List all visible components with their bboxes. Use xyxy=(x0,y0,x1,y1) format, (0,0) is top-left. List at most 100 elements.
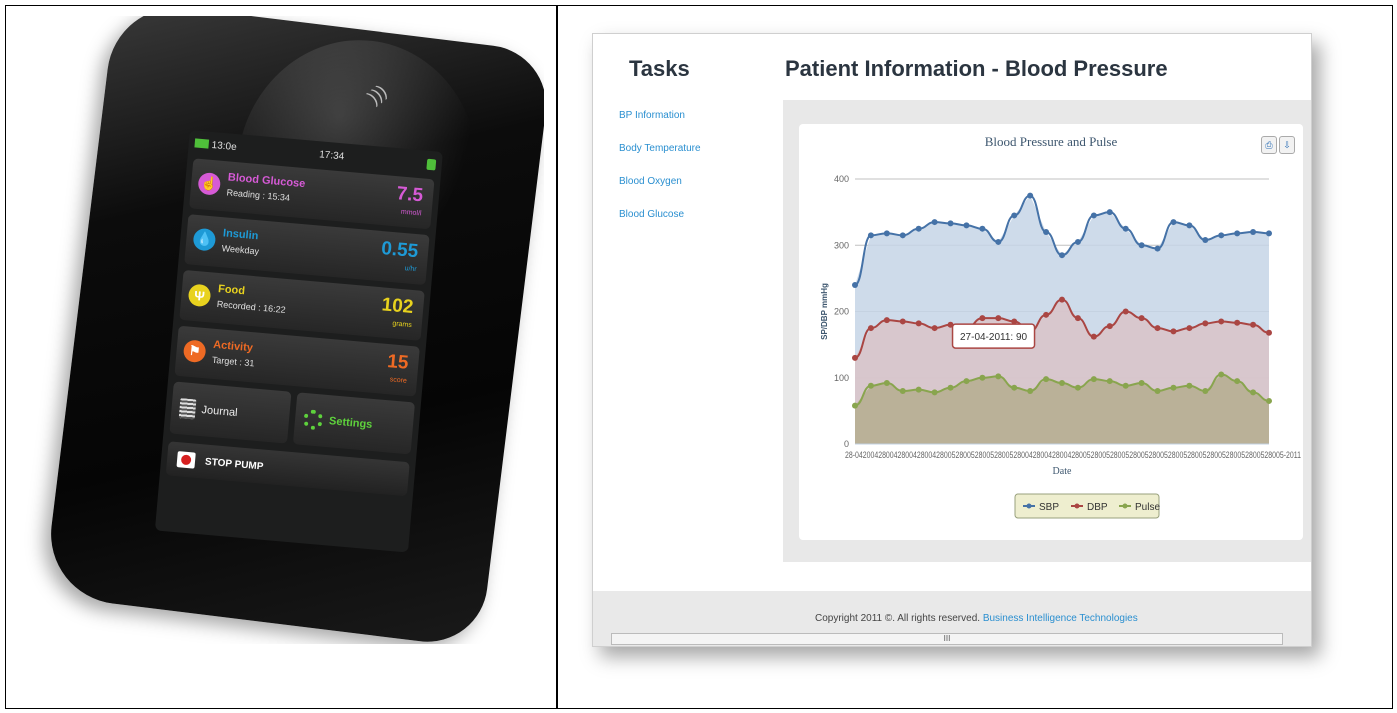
point-sbp xyxy=(1218,232,1225,239)
hand-icon: ☝ xyxy=(197,171,222,196)
tile-unit: u/hr xyxy=(404,265,417,274)
point-sbp xyxy=(1122,225,1129,232)
point-pulse xyxy=(1074,384,1081,391)
point-sbp xyxy=(931,219,938,226)
company-link[interactable]: Business Intelligence Technologies xyxy=(983,613,1138,624)
y-tick-label: 200 xyxy=(834,307,849,317)
point-sbp xyxy=(947,220,954,227)
tile-title: Insulin xyxy=(222,227,259,243)
chart-container: ⎙ ⇩ Blood Pressure and Pulse 0 100 200 300 40… xyxy=(799,124,1303,540)
x-axis-label: Date xyxy=(1053,466,1072,477)
tooltip-text: 27-04-2011: 90 xyxy=(960,332,1028,343)
tile-unit: grams xyxy=(392,320,413,329)
point-pulse xyxy=(899,388,906,394)
point-dbp xyxy=(931,325,938,332)
battery-icon xyxy=(194,138,210,149)
point-pulse xyxy=(1011,384,1018,391)
point-dbp xyxy=(995,315,1002,322)
point-dbp xyxy=(899,318,906,325)
point-sbp xyxy=(899,232,906,239)
tile-subtitle: Target : 31 xyxy=(211,354,255,369)
settings-button[interactable]: Settings xyxy=(292,392,416,455)
point-dbp xyxy=(1043,311,1050,318)
point-pulse xyxy=(867,382,874,389)
tile-unit: mmol/l xyxy=(400,208,422,218)
insulin-pump-photo: ))) 13:0e 17:34 ☝ Blood Glucose Reading : … xyxy=(22,16,544,644)
nav-link-blood-glucose[interactable]: Blood Glucose xyxy=(619,209,701,220)
tile-value: 15 xyxy=(386,351,410,374)
point-sbp xyxy=(1266,230,1272,237)
y-tick-label: 400 xyxy=(834,174,849,184)
download-icon[interactable]: ⇩ xyxy=(1279,136,1295,154)
page-title: Patient Information - Blood Pressure xyxy=(785,56,1168,81)
pump-device: ))) 13:0e 17:34 ☝ Blood Glucose Reading : … xyxy=(43,16,544,644)
settings-label: Settings xyxy=(328,415,373,431)
stop-pump-label: STOP PUMP xyxy=(204,456,264,473)
point-pulse xyxy=(1059,380,1065,387)
point-dbp xyxy=(1059,296,1065,303)
point-pulse xyxy=(1250,389,1257,396)
web-app-screenshot: Tasks Patient Information - Blood Pressu… xyxy=(592,33,1312,647)
point-pulse xyxy=(1202,388,1209,394)
point-pulse xyxy=(1138,380,1145,387)
legend-marker-dbp xyxy=(1074,503,1080,509)
point-dbp xyxy=(915,320,922,327)
point-pulse xyxy=(1027,388,1034,394)
tile-title: Food xyxy=(217,283,246,298)
point-dbp xyxy=(1250,321,1257,328)
legend-label-pulse: Pulse xyxy=(1135,502,1160,513)
point-pulse xyxy=(883,380,890,387)
point-dbp xyxy=(867,325,874,332)
y-tick-label: 100 xyxy=(834,373,849,383)
drop-icon: 💧 xyxy=(192,227,217,252)
tile-value: 102 xyxy=(380,294,415,319)
y-axis-label: SP/DBP mmHg xyxy=(820,283,829,340)
point-dbp xyxy=(979,315,986,322)
horizontal-scrollbar[interactable]: III xyxy=(611,633,1283,645)
point-pulse xyxy=(1170,384,1177,391)
point-sbp xyxy=(852,282,858,288)
fork-icon: Ψ xyxy=(187,283,212,308)
tile-subtitle: Recorded : 16:22 xyxy=(216,298,287,315)
point-pulse xyxy=(947,384,954,391)
stop-icon xyxy=(176,451,196,469)
point-dbp xyxy=(1234,319,1241,326)
journal-icon xyxy=(178,398,197,420)
point-sbp xyxy=(1059,252,1065,259)
point-sbp xyxy=(1234,230,1241,237)
footer: Copyright 2011 ©. All rights reserved. B… xyxy=(593,591,1311,646)
tile-title: Activity xyxy=(212,338,254,355)
point-pulse xyxy=(979,374,986,381)
legend-label-dbp: DBP xyxy=(1087,502,1108,513)
nav-link-blood-oxygen[interactable]: Blood Oxygen xyxy=(619,176,701,187)
point-sbp xyxy=(1043,229,1050,235)
cell-divider xyxy=(556,5,558,709)
point-pulse xyxy=(1218,371,1225,378)
point-dbp xyxy=(1218,318,1225,325)
point-sbp xyxy=(1011,212,1018,219)
journal-button[interactable]: Journal xyxy=(169,381,292,444)
battery-status: 13:0e xyxy=(194,138,237,153)
point-sbp xyxy=(979,225,986,232)
point-sbp xyxy=(1106,209,1113,216)
point-sbp xyxy=(1027,192,1034,199)
point-dbp xyxy=(1106,323,1113,330)
point-pulse xyxy=(1266,397,1272,404)
point-sbp xyxy=(1202,236,1209,243)
chart-panel: ⎙ ⇩ Blood Pressure and Pulse 0 100 200 300 40… xyxy=(783,100,1311,562)
point-dbp xyxy=(1074,315,1081,322)
print-icon[interactable]: ⎙ xyxy=(1261,136,1277,154)
nav-link-body-temperature[interactable]: Body Temperature xyxy=(619,143,701,154)
legend-marker-pulse xyxy=(1122,503,1128,509)
task-nav: BP Information Body Temperature Blood Oxyg… xyxy=(619,110,701,242)
point-sbp xyxy=(1138,242,1145,249)
point-dbp xyxy=(1122,308,1129,315)
gear-icon xyxy=(302,408,324,431)
point-pulse xyxy=(931,389,938,396)
nav-link-bp-information[interactable]: BP Information xyxy=(619,110,701,121)
x-tick-labels: 28-0420042800428004280042800528005280052… xyxy=(845,450,1301,460)
point-dbp xyxy=(1202,320,1209,327)
point-pulse xyxy=(852,402,858,409)
point-dbp xyxy=(1186,325,1193,332)
point-dbp xyxy=(1170,328,1177,335)
